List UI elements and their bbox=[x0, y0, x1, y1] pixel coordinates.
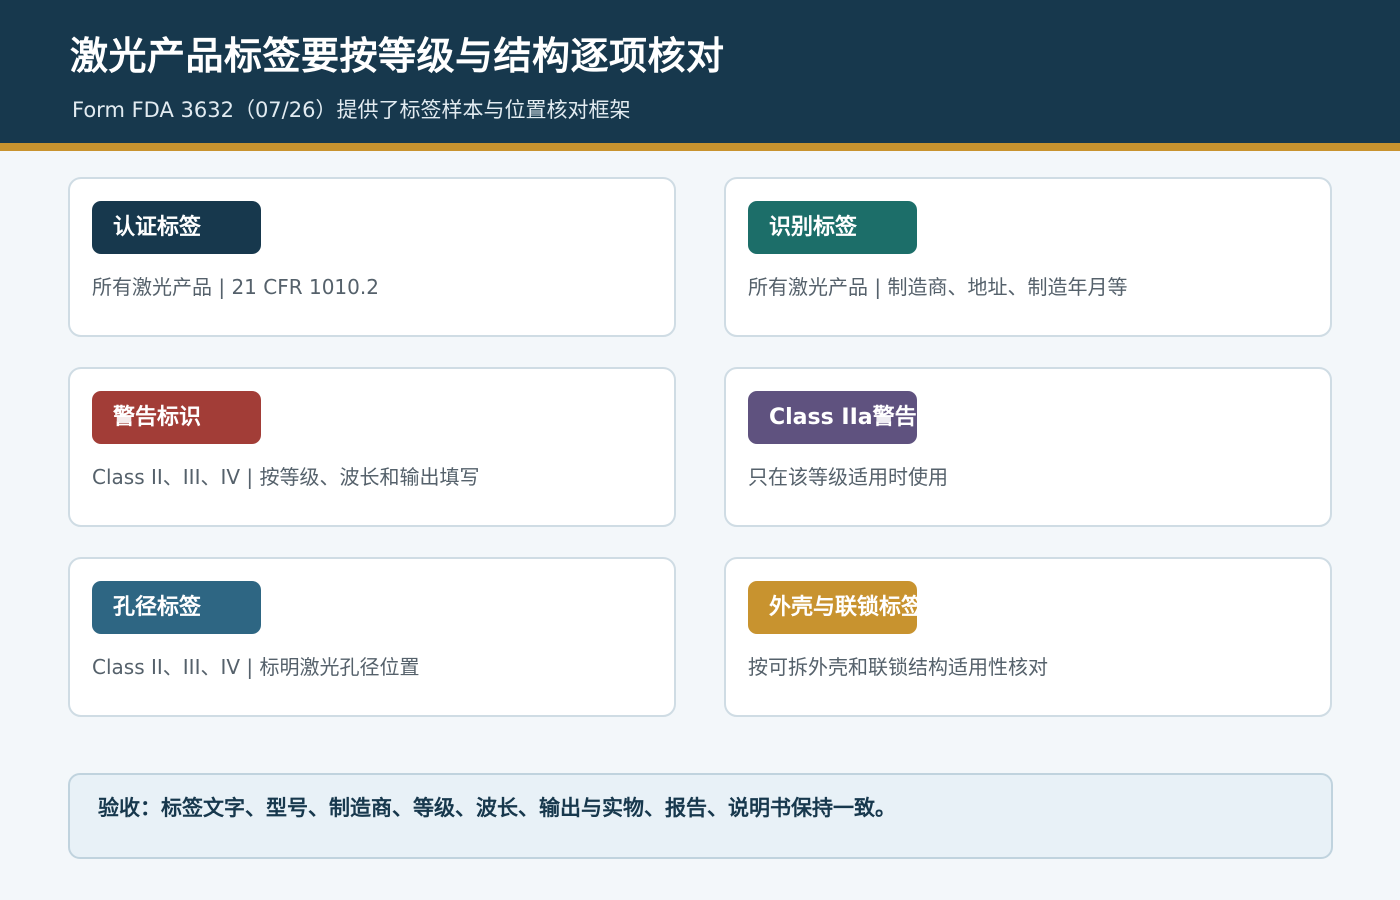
card-warning-logotype: 警告标识 Class II、III、IV | 按等级、波长和输出填写 bbox=[68, 367, 676, 527]
card-class-iia-warning: Class IIa警告 只在该等级适用时使用 bbox=[724, 367, 1332, 527]
page-title: 激光产品标签要按等级与结构逐项核对 bbox=[70, 34, 725, 78]
card-aperture-label: 孔径标签 Class II、III、IV | 标明激光孔径位置 bbox=[68, 557, 676, 717]
card-badge: 外壳与联锁标签 bbox=[748, 581, 917, 634]
acceptance-note-text: 验收：标签文字、型号、制造商、等级、波长、输出与实物、报告、说明书保持一致。 bbox=[98, 796, 896, 820]
card-badge: 警告标识 bbox=[92, 391, 261, 444]
card-description: 所有激光产品 | 21 CFR 1010.2 bbox=[92, 275, 379, 299]
header-accent-bar bbox=[0, 143, 1400, 151]
card-description: 只在该等级适用时使用 bbox=[748, 465, 948, 489]
card-description: Class II、III、IV | 按等级、波长和输出填写 bbox=[92, 465, 480, 489]
card-badge: 认证标签 bbox=[92, 201, 261, 254]
card-badge: Class IIa警告 bbox=[748, 391, 917, 444]
card-description: 所有激光产品 | 制造商、地址、制造年月等 bbox=[748, 275, 1128, 299]
card-identification-label: 识别标签 所有激光产品 | 制造商、地址、制造年月等 bbox=[724, 177, 1332, 337]
acceptance-note: 验收：标签文字、型号、制造商、等级、波长、输出与实物、报告、说明书保持一致。 bbox=[68, 773, 1333, 859]
card-description: 按可拆外壳和联锁结构适用性核对 bbox=[748, 655, 1048, 679]
page-subtitle: Form FDA 3632（07/26）提供了标签样本与位置核对框架 bbox=[72, 98, 631, 122]
page-header: 激光产品标签要按等级与结构逐项核对 Form FDA 3632（07/26）提供… bbox=[0, 0, 1400, 143]
card-description: Class II、III、IV | 标明激光孔径位置 bbox=[92, 655, 420, 679]
card-badge: 孔径标签 bbox=[92, 581, 261, 634]
card-housing-interlock-label: 外壳与联锁标签 按可拆外壳和联锁结构适用性核对 bbox=[724, 557, 1332, 717]
card-certification-label: 认证标签 所有激光产品 | 21 CFR 1010.2 bbox=[68, 177, 676, 337]
card-badge: 识别标签 bbox=[748, 201, 917, 254]
